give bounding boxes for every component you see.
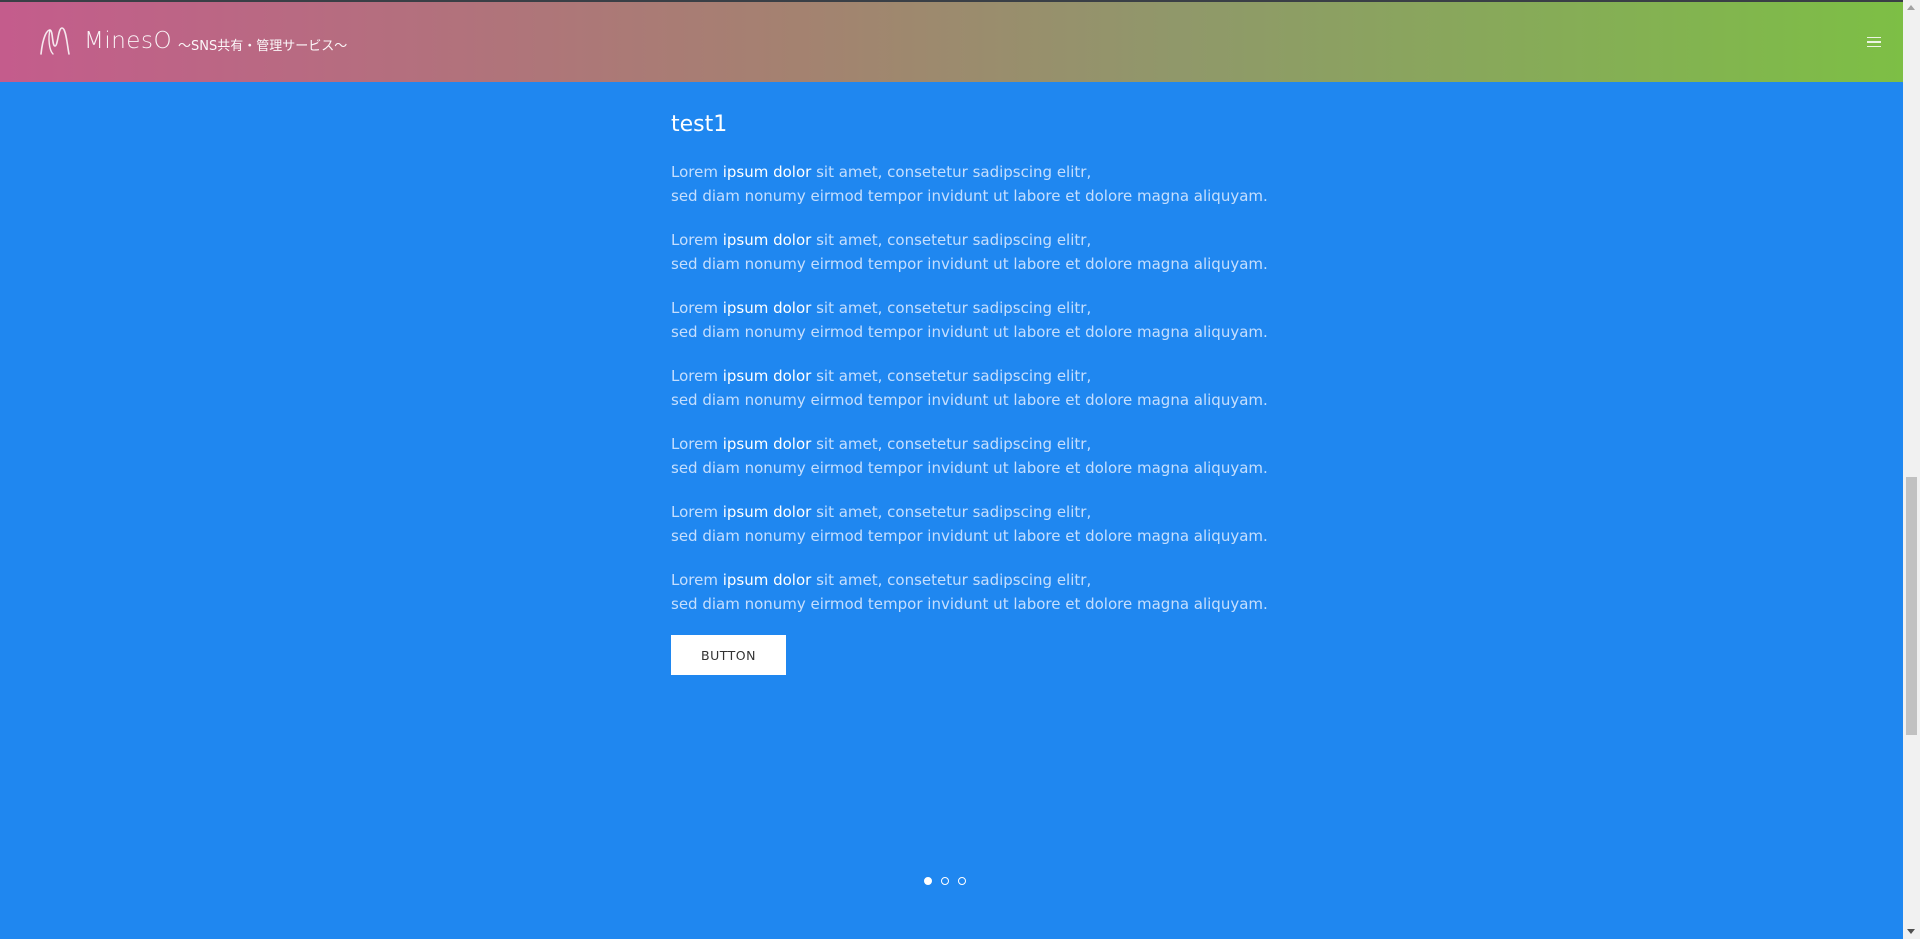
paragraph-text: sed diam nonumy eirmod tempor invidunt u…	[671, 391, 1268, 410]
vertical-scrollbar[interactable]	[1903, 0, 1920, 939]
paragraph-emphasis: ipsum dolor	[722, 435, 812, 454]
paragraph-text: sit amet, consetetur sadipscing elitr,	[811, 435, 1092, 454]
body-paragraph: Lorem ipsum dolor sit amet, consetetur s…	[671, 568, 1291, 616]
body-paragraph: Lorem ipsum dolor sit amet, consetetur s…	[671, 228, 1291, 276]
scroll-down-icon[interactable]	[1907, 929, 1915, 934]
paragraph-text: sit amet, consetetur sadipscing elitr,	[811, 367, 1092, 386]
paragraph-text: sed diam nonumy eirmod tempor invidunt u…	[671, 187, 1268, 206]
slide-pager	[924, 877, 966, 885]
primary-button[interactable]: BUTTON	[671, 635, 786, 676]
main-section: test1 Lorem ipsum dolor sit amet, conset…	[0, 82, 1903, 939]
paragraph-emphasis: ipsum dolor	[722, 571, 812, 590]
paragraph-text: Lorem	[671, 571, 723, 590]
paragraph-text: sit amet, consetetur sadipscing elitr,	[811, 163, 1092, 182]
mineso-logo-icon[interactable]	[38, 24, 72, 58]
site-header: MinesO ～SNS共有・管理サービス～	[0, 0, 1903, 82]
paragraph-text: Lorem	[671, 435, 723, 454]
pager-dot[interactable]	[941, 877, 949, 885]
paragraph-list: Lorem ipsum dolor sit amet, consetetur s…	[671, 160, 1291, 616]
paragraph-text: Lorem	[671, 367, 723, 386]
menu-bar	[1867, 41, 1881, 43]
paragraph-text: sed diam nonumy eirmod tempor invidunt u…	[671, 595, 1268, 614]
section-title: test1	[671, 112, 728, 137]
body-paragraph: Lorem ipsum dolor sit amet, consetetur s…	[671, 432, 1291, 480]
paragraph-text: sed diam nonumy eirmod tempor invidunt u…	[671, 323, 1268, 342]
paragraph-text: Lorem	[671, 299, 723, 318]
brand-name[interactable]: MinesO	[84, 28, 172, 54]
body-paragraph: Lorem ipsum dolor sit amet, consetetur s…	[671, 160, 1291, 208]
body-paragraph: Lorem ipsum dolor sit amet, consetetur s…	[671, 364, 1291, 412]
body-paragraph: Lorem ipsum dolor sit amet, consetetur s…	[671, 296, 1291, 344]
pager-dot[interactable]	[924, 877, 932, 885]
paragraph-emphasis: ipsum dolor	[722, 163, 812, 182]
pager-dot[interactable]	[958, 877, 966, 885]
hamburger-menu-icon[interactable]	[1863, 32, 1885, 52]
paragraph-emphasis: ipsum dolor	[722, 367, 812, 386]
content-block: test1 Lorem ipsum dolor sit amet, conset…	[671, 112, 1291, 676]
paragraph-emphasis: ipsum dolor	[722, 299, 812, 318]
scroll-thumb[interactable]	[1906, 477, 1917, 735]
paragraph-text: sed diam nonumy eirmod tempor invidunt u…	[671, 255, 1268, 274]
brand-tagline: ～SNS共有・管理サービス～	[178, 39, 348, 54]
paragraph-text: sed diam nonumy eirmod tempor invidunt u…	[671, 459, 1268, 478]
paragraph-text: sed diam nonumy eirmod tempor invidunt u…	[671, 527, 1268, 546]
paragraph-text: sit amet, consetetur sadipscing elitr,	[811, 571, 1092, 590]
paragraph-text: Lorem	[671, 231, 723, 250]
menu-bar	[1867, 45, 1881, 48]
paragraph-text: Lorem	[671, 163, 723, 182]
paragraph-emphasis: ipsum dolor	[722, 503, 812, 522]
paragraph-text: Lorem	[671, 503, 723, 522]
body-paragraph: Lorem ipsum dolor sit amet, consetetur s…	[671, 500, 1291, 548]
paragraph-text: sit amet, consetetur sadipscing elitr,	[811, 299, 1092, 318]
scroll-up-icon[interactable]	[1907, 5, 1915, 10]
menu-bar	[1867, 36, 1881, 39]
paragraph-text: sit amet, consetetur sadipscing elitr,	[811, 503, 1092, 522]
paragraph-text: sit amet, consetetur sadipscing elitr,	[811, 231, 1092, 250]
paragraph-emphasis: ipsum dolor	[722, 231, 812, 250]
